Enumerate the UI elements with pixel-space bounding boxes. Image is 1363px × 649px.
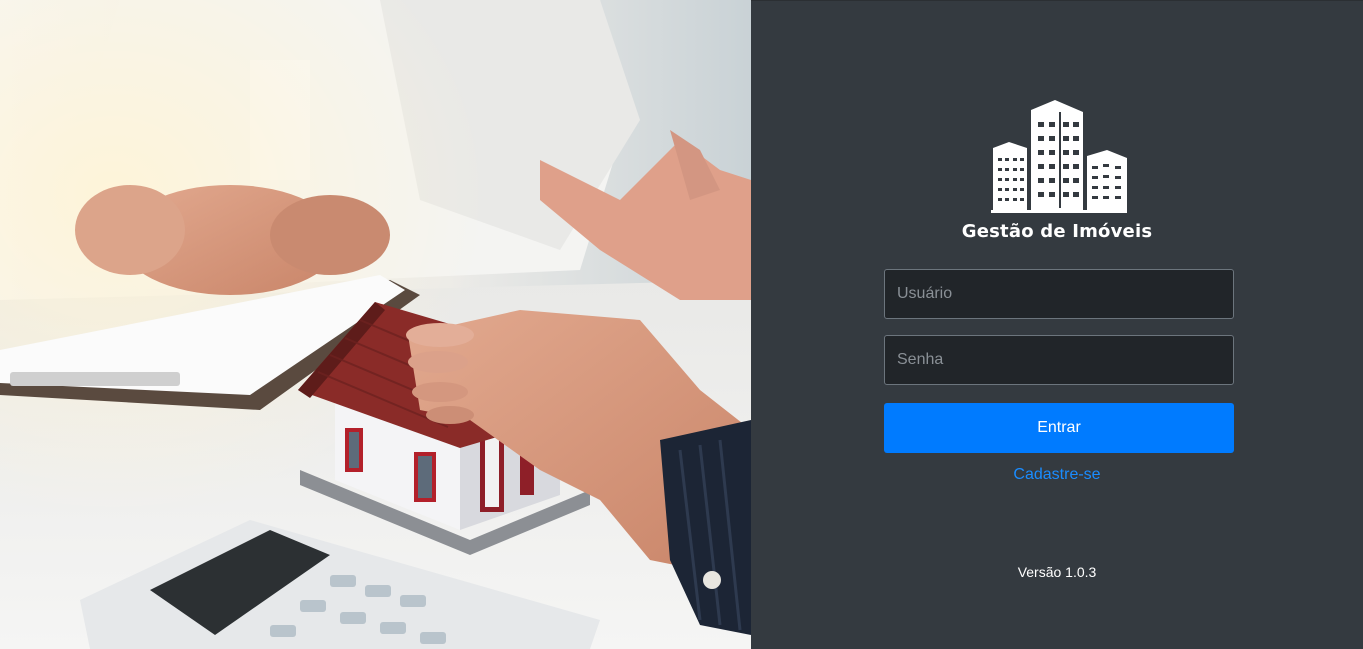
login-button[interactable]: Entrar [884,403,1234,453]
password-input[interactable] [884,335,1234,385]
hero-photo [0,0,751,649]
username-input[interactable] [884,269,1234,319]
brand-name: Gestão de Imóveis [961,221,1153,242]
signup-link[interactable]: Cadastre-se [751,466,1363,484]
real-estate-photo-illustration [0,0,751,649]
login-panel: Gestão de Imóveis Entrar Cadastre-se Ver… [751,0,1363,649]
login-page: Gestão de Imóveis Entrar Cadastre-se Ver… [0,0,1363,649]
buildings-logo-icon [991,100,1127,213]
version-label: Versão 1.0.3 [1017,564,1097,580]
